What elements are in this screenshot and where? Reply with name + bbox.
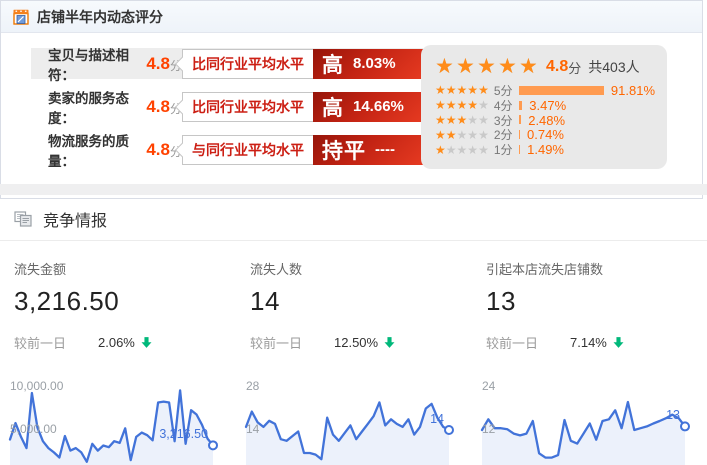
rating-summary-box: ★★★★★★★★★★ 4.8 分 共403人 ★★★★★ 5分 91.81% ★… <box>421 45 667 169</box>
ratings-panel-body: 宝贝与描述相符： 4.8 分 比同行业平均水平 高 8.03% 卖家的服务态度： <box>1 33 702 198</box>
rating-label: 宝贝与描述相符： <box>48 44 143 84</box>
rating-row-description: 宝贝与描述相符： 4.8 分 比同行业平均水平 高 8.03% <box>31 48 423 79</box>
metric-value: 14 <box>250 286 454 317</box>
metric-value: 13 <box>486 286 690 317</box>
chart-lost-customers: 28 14 0 14 <box>244 378 454 465</box>
compare-period-label: 较前一日 <box>250 333 334 352</box>
section-divider <box>0 184 707 195</box>
mini-stars-icon: ★★★★★ <box>435 143 489 157</box>
distribution-row-1: ★★★★★ 1分 1.49% <box>435 142 655 157</box>
compare-change: 12.50% <box>334 335 378 350</box>
metric-label: 流失金额 <box>14 259 218 278</box>
rating-score: 4.8 <box>146 97 170 117</box>
distribution-bar <box>519 130 521 139</box>
last-point-label: 14 <box>430 412 444 426</box>
metric-label: 流失人数 <box>250 259 454 278</box>
distribution-percent: 3.47% <box>529 98 566 113</box>
star-rating-icon: ★★★★★★★★★★ <box>435 55 540 79</box>
rating-label: 物流服务的质量： <box>48 130 143 170</box>
compare-badge: 高 14.66% <box>313 92 423 122</box>
page: 店铺半年内动态评分 宝贝与描述相符： 4.8 分 比同行业平均水平 高 8.03… <box>0 0 707 465</box>
compare-percent: 14.66% <box>353 98 404 115</box>
rating-score: 4.8 <box>146 54 170 74</box>
distribution-bar <box>519 101 523 110</box>
distribution-row-3: ★★★★★ 3分 2.48% <box>435 113 655 128</box>
distribution-bar <box>519 115 522 124</box>
y-tick: 14 <box>246 422 259 436</box>
competition-header: 竞争情报 <box>0 195 707 240</box>
metrics-row: 流失金额 3,216.50 较前一日 2.06% 流失人数 14 较前一日 12… <box>0 259 707 352</box>
trend-down-icon <box>383 336 396 349</box>
compare-text: 比同行业平均水平 <box>183 54 313 74</box>
header-divider <box>0 240 707 241</box>
mini-stars-icon: ★★★★★ <box>435 113 489 127</box>
distribution-bar <box>519 145 521 154</box>
distribution-row-5: ★★★★★ 5分 91.81% <box>435 83 655 98</box>
compare-text: 比同行业平均水平 <box>183 97 313 117</box>
rating-score: 4.8 <box>146 140 170 160</box>
metric-lost-customers: 流失人数 14 较前一日 12.50% <box>244 259 454 352</box>
mini-stars-icon: ★★★★★ <box>435 128 489 142</box>
ratings-panel-title: 店铺半年内动态评分 <box>37 7 163 27</box>
compare-text: 与同行业平均水平 <box>183 140 313 160</box>
metric-competitor-shops: 引起本店流失店铺数 13 较前一日 7.14% <box>480 259 690 352</box>
rating-label: 卖家的服务态度： <box>48 87 143 127</box>
compare-badge: 高 8.03% <box>313 49 423 79</box>
summary-score-unit: 分 <box>568 58 581 77</box>
metric-compare: 较前一日 2.06% <box>14 333 218 352</box>
rating-row-service: 卖家的服务态度： 4.8 分 比同行业平均水平 高 14.66% <box>31 91 423 122</box>
compare-word: 高 <box>322 92 344 122</box>
y-tick: 10,000.00 <box>10 379 63 393</box>
y-tick: 24 <box>482 379 495 393</box>
charts-row: 10,000.00 5,000.00 0.00 3,216.50 28 14 0… <box>0 378 707 465</box>
compare-word: 高 <box>322 49 344 79</box>
compare-percent: 8.03% <box>353 55 396 72</box>
distribution-row-2: ★★★★★ 2分 0.74% <box>435 127 655 142</box>
distribution-percent: 1.49% <box>527 142 564 157</box>
documents-icon <box>14 211 33 227</box>
distribution-bar <box>519 86 604 95</box>
compare-period-label: 较前一日 <box>486 333 570 352</box>
mini-stars-icon: ★★★★★ <box>435 83 489 97</box>
compare-badge: 持平 ---- <box>313 135 423 165</box>
summary-score: 4.8 <box>546 58 568 76</box>
compare-word: 持平 <box>322 135 366 165</box>
ratings-panel: 店铺半年内动态评分 宝贝与描述相符： 4.8 分 比同行业平均水平 高 8.03… <box>0 0 703 199</box>
distribution-percent: 2.48% <box>528 113 565 128</box>
trend-down-icon <box>612 336 625 349</box>
metric-compare: 较前一日 12.50% <box>250 333 454 352</box>
distribution-label: 1分 <box>494 141 513 158</box>
distribution-percent: 0.74% <box>527 127 564 142</box>
metric-lost-amount: 流失金额 3,216.50 较前一日 2.06% <box>8 259 218 352</box>
competition-panel: 竞争情报 流失金额 3,216.50 较前一日 2.06% 流失人数 14 较 <box>0 195 707 465</box>
last-point-label: 13 <box>666 408 680 422</box>
trend-down-icon <box>140 336 153 349</box>
compare-change: 2.06% <box>98 335 135 350</box>
shop-icon <box>13 9 29 25</box>
metric-value: 3,216.50 <box>14 286 218 317</box>
ratings-panel-header: 店铺半年内动态评分 <box>1 1 702 33</box>
y-tick: 12 <box>482 422 495 436</box>
metric-label: 引起本店流失店铺数 <box>486 259 690 278</box>
chart-lost-amount: 10,000.00 5,000.00 0.00 3,216.50 <box>8 378 218 465</box>
compare-percent: ---- <box>375 141 395 158</box>
summary-stars-row: ★★★★★★★★★★ 4.8 分 共403人 <box>435 54 655 80</box>
competition-title: 竞争情报 <box>43 207 107 231</box>
compare-period-label: 较前一日 <box>14 333 98 352</box>
metric-compare: 较前一日 7.14% <box>486 333 690 352</box>
chart-competitor-shops: 24 12 0 13 <box>480 378 690 465</box>
distribution-percent: 91.81% <box>611 83 655 98</box>
compare-callout: 与同行业平均水平 持平 ---- <box>182 135 423 165</box>
y-tick: 28 <box>246 379 259 393</box>
last-point-label: 3,216.50 <box>159 427 208 441</box>
mini-stars-icon: ★★★★★ <box>435 98 489 112</box>
compare-callout: 比同行业平均水平 高 8.03% <box>182 49 423 79</box>
compare-callout: 比同行业平均水平 高 14.66% <box>182 92 423 122</box>
rating-row-logistics: 物流服务的质量： 4.8 分 与同行业平均水平 持平 ---- <box>31 134 423 165</box>
y-tick: 5,000.00 <box>10 422 57 436</box>
compare-change: 7.14% <box>570 335 607 350</box>
summary-total-raters: 共403人 <box>588 57 639 77</box>
distribution-row-4: ★★★★★ 4分 3.47% <box>435 98 655 113</box>
